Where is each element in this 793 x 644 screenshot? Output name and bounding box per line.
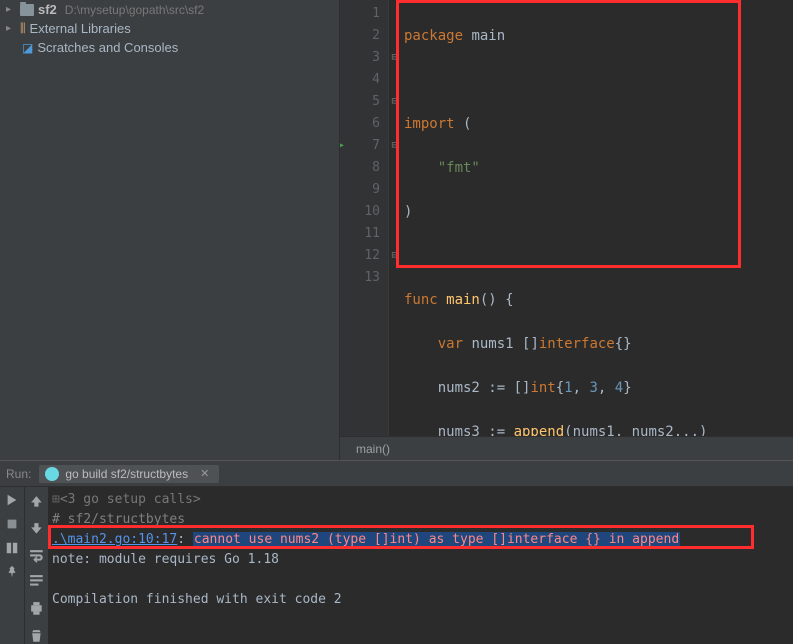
close-icon[interactable]: ✕ [200,467,209,480]
down-arrow-icon[interactable] [28,520,45,537]
line-number: 10 [340,201,380,223]
error-underline: nums2 [632,424,674,436]
run-config-name: go build sf2/structbytes [65,467,188,481]
scroll-to-end-icon[interactable] [28,573,45,590]
line-number: 5 [340,91,380,113]
soft-wrap-icon[interactable] [28,547,45,564]
run-label: Run: [6,467,31,481]
line-number: 4 [340,69,380,91]
fold-toggle-icon[interactable]: ⊟ [389,135,400,157]
project-root-node[interactable]: ▸ sf2 D:\mysetup\gopath\src\sf2 [0,0,339,19]
stop-icon[interactable] [5,517,19,531]
run-config-tab[interactable]: go build sf2/structbytes ✕ [39,465,219,483]
console-output[interactable]: ⊞<3 go setup calls> # sf2/structbytes .\… [48,487,793,644]
external-libraries-label: External Libraries [30,21,131,36]
up-arrow-icon[interactable] [28,493,45,510]
chevron-right-icon[interactable]: ▸ [6,4,16,15]
line-number: 6 [340,113,380,135]
code-editor[interactable]: package main import ( "fmt" ) func main(… [400,0,793,436]
line-number: 1 [340,3,380,25]
run-toolbar-secondary [24,487,48,644]
run-toolbar-primary [0,487,24,644]
external-libraries-node[interactable]: ▸ ⫼ External Libraries [0,19,339,38]
chevron-right-icon[interactable]: ▸ [6,23,16,34]
layout-icon[interactable] [5,541,19,555]
library-icon: ⫼ [20,21,26,36]
line-number-gutter: 1 2 3 4 5 6 ▶7 8 9 10 11 12 13 [340,0,388,436]
line-number: 11 [340,223,380,245]
rerun-icon[interactable] [5,493,19,507]
run-tool-window: Run: go build sf2/structbytes ✕ [0,460,793,644]
line-number: 2 [340,25,380,47]
scratches-node[interactable]: ◪ Scratches and Consoles [0,38,339,57]
line-number: ▶7 [340,135,380,157]
error-location-link[interactable]: .\main2.go:10:17 [52,532,177,547]
line-number: 8 [340,157,380,179]
project-root-path: D:\mysetup\gopath\src\sf2 [65,3,204,17]
ide-root: ▸ sf2 D:\mysetup\gopath\src\sf2 ▸ ⫼ Exte… [0,0,793,644]
folder-icon [20,4,34,16]
pin-icon[interactable] [5,565,19,579]
project-tool-window: ▸ sf2 D:\mysetup\gopath\src\sf2 ▸ ⫼ Exte… [0,0,340,460]
fold-toggle-icon[interactable]: ⊟ [389,91,400,113]
scratches-icon: ◪ [22,41,33,55]
line-number: 9 [340,179,380,201]
console-finished-line: Compilation finished with exit code 2 [52,590,787,610]
line-number: 13 [340,267,380,289]
editor-body: 1 2 3 4 5 6 ▶7 8 9 10 11 12 13 ⊟ [340,0,793,436]
run-header: Run: go build sf2/structbytes ✕ [0,461,793,487]
breadcrumb-main[interactable]: main() [356,442,390,456]
error-message: cannot use nums2 (type []int) as type []… [193,532,680,547]
fold-toggle-icon[interactable]: ⊞ [52,492,60,507]
console-fold-line: <3 go setup calls> [60,492,201,507]
run-gutter-icon[interactable]: ▶ [340,135,344,157]
top-area: ▸ sf2 D:\mysetup\gopath\src\sf2 ▸ ⫼ Exte… [0,0,793,460]
trash-icon[interactable] [28,627,45,644]
console-line: # sf2/structbytes [52,510,787,530]
fold-toggle-icon[interactable]: ⊟ [389,47,400,69]
fold-toggle-icon[interactable]: ⊟ [389,245,400,267]
gopher-icon [45,467,59,481]
console-line: note: module requires Go 1.18 [52,550,787,570]
line-number: 12 [340,245,380,267]
fold-column: ⊟ ⊟ ⊟ ⊟ [388,0,400,436]
breadcrumb-bar[interactable]: main() [340,436,793,460]
scratches-label: Scratches and Consoles [37,40,178,55]
run-body: ⊞<3 go setup calls> # sf2/structbytes .\… [0,487,793,644]
project-root-name: sf2 [38,2,57,17]
console-error-line: .\main2.go:10:17: cannot use nums2 (type… [52,530,787,550]
line-number: 3 [340,47,380,69]
editor-area: 1 2 3 4 5 6 ▶7 8 9 10 11 12 13 ⊟ [340,0,793,460]
print-icon[interactable] [28,600,45,617]
